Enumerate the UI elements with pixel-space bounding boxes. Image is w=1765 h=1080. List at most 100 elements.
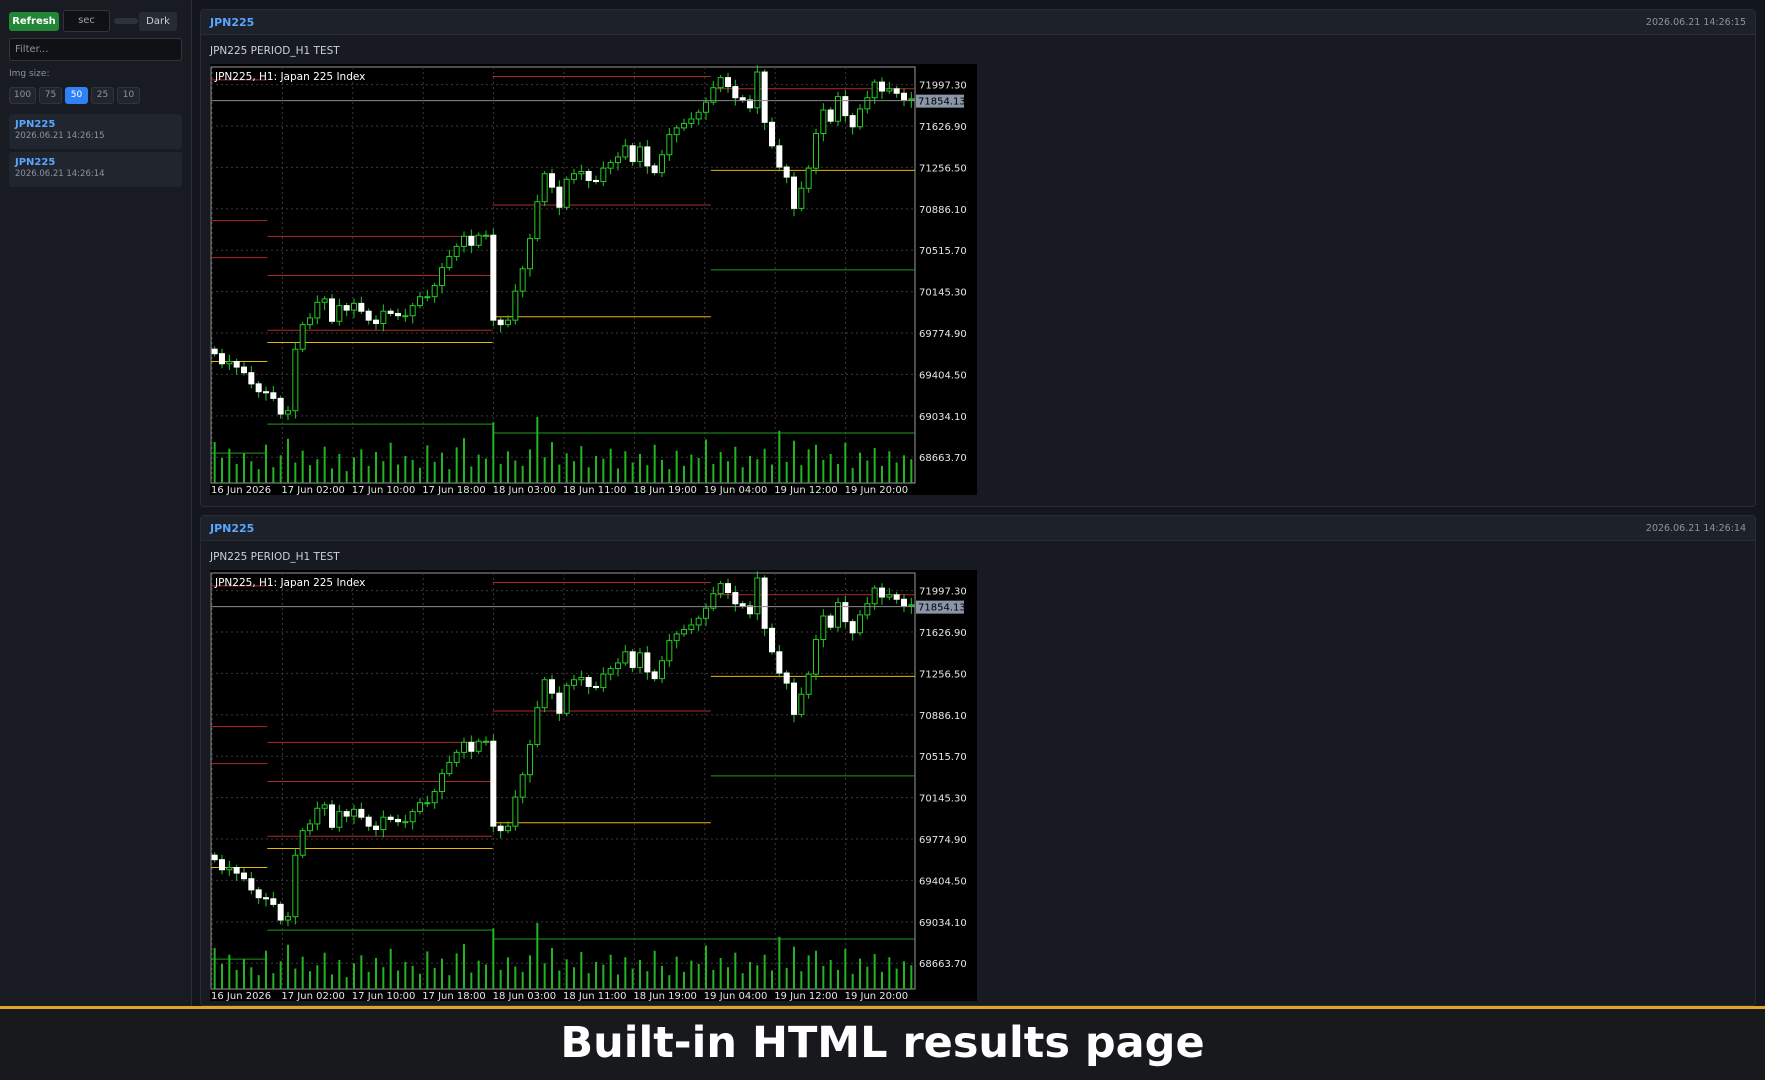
candle-body — [219, 859, 225, 871]
x-tick-label: 16 Jun 2026 — [211, 485, 271, 495]
candle-body — [534, 201, 541, 240]
candle-body — [490, 740, 497, 827]
candle-body — [717, 583, 724, 595]
candle-body — [358, 808, 365, 818]
candle-body — [512, 796, 519, 827]
dark-theme-button[interactable]: Dark — [139, 11, 177, 31]
y-tick-label: 69034.10 — [919, 412, 967, 423]
x-tick-label: 19 Jun 20:00 — [845, 991, 909, 1001]
candle-body — [761, 577, 768, 629]
x-tick-label: 17 Jun 18:00 — [422, 991, 486, 1001]
candle-body — [666, 640, 673, 662]
candle-body — [270, 898, 277, 905]
candle-body — [549, 679, 555, 694]
result-card-title[interactable]: JPN225 — [210, 16, 254, 29]
chart-screenshot[interactable]: 71997.30 71626.90 71256.50 70886.10 70515.70… — [210, 64, 977, 496]
candle-body — [908, 98, 915, 101]
candle-body — [776, 651, 783, 674]
candle-body — [805, 673, 812, 695]
x-tick-label: 17 Jun 02:00 — [281, 485, 345, 495]
history-item[interactable]: JPN225 2026.06.21 14:26:14 — [9, 152, 182, 187]
candle-body — [314, 807, 321, 825]
candle-body — [402, 315, 409, 318]
candle-body — [431, 791, 438, 804]
candle-body — [431, 285, 438, 298]
promo-caption-banner: Built-in HTML results page — [0, 1006, 1765, 1080]
candle-body — [519, 268, 526, 292]
candle-body — [512, 290, 519, 321]
candle-body — [563, 684, 570, 714]
candle-body — [571, 679, 577, 686]
candle-body — [387, 816, 394, 820]
candle-body — [857, 614, 863, 634]
candle-body — [299, 324, 306, 350]
candle-body — [886, 88, 893, 92]
candle-body — [556, 186, 563, 208]
x-tick-label: 18 Jun 19:00 — [633, 485, 697, 495]
candle-body — [387, 310, 394, 314]
candle-body — [607, 668, 614, 675]
img-size-100-button[interactable]: 100 — [9, 87, 36, 104]
sidebar: Refresh sec Dark Filter... Img size: 100… — [0, 0, 192, 1006]
img-size-25-button[interactable]: 25 — [91, 87, 114, 104]
chart-screenshot[interactable]: 71997.30 71626.90 71256.50 70886.10 70515.70… — [210, 570, 977, 1002]
candle-body — [732, 592, 739, 605]
y-tick-label: 71256.50 — [919, 163, 967, 174]
candle-body — [292, 348, 299, 412]
candle-body — [717, 77, 724, 89]
candle-body — [248, 878, 255, 891]
result-card-subtitle: JPN225 PERIOD_H1 TEST — [210, 45, 340, 57]
candle-body — [211, 348, 218, 355]
candle-body — [351, 808, 357, 817]
x-tick-label: 18 Jun 03:00 — [493, 485, 557, 495]
candle-body — [783, 166, 790, 178]
result-card-header: JPN225 2026.06.21 14:26:14 — [201, 516, 1755, 541]
candle-body — [307, 823, 313, 832]
y-tick-label: 69404.50 — [919, 370, 967, 381]
result-card-title[interactable]: JPN225 — [210, 522, 254, 535]
candle-body — [879, 81, 885, 92]
candle-body — [703, 101, 709, 113]
candle-body — [842, 602, 849, 623]
candle-body — [424, 296, 431, 299]
candle-body — [299, 830, 306, 856]
candle-body — [255, 383, 262, 393]
y-tick-label: 70145.30 — [919, 794, 967, 805]
candle-body — [380, 816, 387, 831]
chart-title: JPN225, H1: Japan 225 Index — [214, 71, 365, 83]
current-price-label: 71854.13 — [918, 97, 966, 108]
candlestick-chart: 71997.30 71626.90 71256.50 70886.10 70515.70… — [210, 570, 977, 1002]
candle-body — [270, 392, 277, 399]
candle-body — [468, 741, 475, 752]
candle-body — [651, 165, 658, 174]
x-tick-label: 18 Jun 11:00 — [563, 991, 627, 1001]
candle-body — [820, 615, 827, 641]
candle-body — [446, 761, 453, 775]
candle-body — [336, 811, 343, 828]
candle-body — [497, 319, 504, 326]
img-size-selector: 100 75 50 25 10 — [9, 87, 143, 104]
x-tick-label: 16 Jun 2026 — [211, 991, 271, 1001]
filter-input[interactable]: Filter... — [9, 38, 182, 61]
candle-body — [651, 671, 658, 680]
candle-body — [776, 145, 783, 168]
candle-body — [864, 603, 871, 616]
refresh-seconds-input[interactable]: sec — [63, 10, 110, 32]
refresh-button[interactable]: Refresh — [9, 11, 59, 31]
history-item-title: JPN225 — [15, 157, 56, 168]
candle-body — [285, 916, 291, 921]
theme-toggle[interactable] — [114, 18, 138, 24]
history-item[interactable]: JPN225 2026.06.21 14:26:15 — [9, 114, 182, 149]
candle-body — [527, 744, 533, 776]
y-tick-label: 71256.50 — [919, 669, 967, 680]
img-size-10-button[interactable]: 10 — [117, 87, 140, 104]
candle-body — [402, 821, 409, 824]
candle-body — [373, 319, 379, 325]
candle-body — [571, 173, 577, 180]
candle-body — [219, 353, 225, 365]
img-size-75-button[interactable]: 75 — [39, 87, 62, 104]
history-item-date: 2026.06.21 14:26:15 — [15, 131, 105, 141]
x-tick-label: 17 Jun 10:00 — [352, 485, 416, 495]
img-size-50-button[interactable]: 50 — [65, 87, 88, 104]
candle-body — [439, 773, 445, 793]
